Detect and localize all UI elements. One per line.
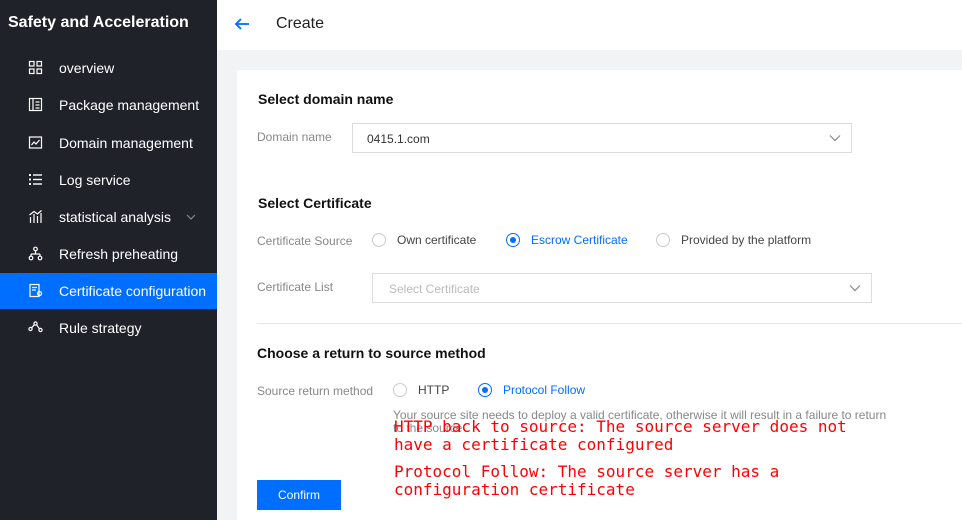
list-icon bbox=[29, 174, 42, 185]
sidebar-item-label: overview bbox=[59, 60, 115, 76]
radio-own-certificate[interactable]: Own certificate bbox=[372, 233, 476, 247]
section-divider bbox=[257, 323, 962, 324]
annotation-protocol-follow: Protocol Follow: The source server has a… bbox=[394, 463, 779, 499]
sidebar-item-label: Package management bbox=[59, 97, 200, 113]
page-title: Create bbox=[276, 15, 325, 32]
refresh-icon bbox=[28, 246, 43, 261]
package-icon bbox=[28, 97, 43, 112]
source-return-method-label: Source return method bbox=[257, 384, 374, 398]
return-section-title: Choose a return to source method bbox=[257, 345, 486, 361]
domain-name-value: 0415.1.com bbox=[367, 132, 430, 146]
radio-circle bbox=[372, 233, 386, 247]
sidebar-item-label: Rule strategy bbox=[59, 320, 142, 336]
certificate-list-placeholder: Select Certificate bbox=[389, 282, 480, 296]
chevron-down-icon bbox=[186, 214, 196, 220]
radio-label: Provided by the platform bbox=[681, 233, 812, 247]
annotation-line: HTTP back to source: The source server d… bbox=[394, 417, 847, 436]
radio-circle bbox=[506, 233, 520, 247]
sidebar-item-label: Refresh preheating bbox=[59, 246, 179, 262]
radio-http[interactable]: HTTP bbox=[393, 383, 449, 397]
page-header: Create bbox=[217, 0, 962, 50]
sidebar-item-refresh-preheating[interactable]: Refresh preheating bbox=[0, 236, 217, 272]
sidebar-item-rule-strategy[interactable]: Rule strategy bbox=[0, 310, 217, 346]
radio-circle bbox=[656, 233, 670, 247]
sidebar-item-log-service[interactable]: Log service bbox=[0, 162, 217, 198]
sidebar-item-label: statistical analysis bbox=[59, 209, 172, 225]
sidebar-item-certificate-configuration[interactable]: Certificate configuration bbox=[0, 273, 217, 309]
radio-label: HTTP bbox=[418, 383, 450, 397]
chevron-down-icon bbox=[849, 285, 861, 292]
radio-escrow-certificate[interactable]: Escrow Certificate bbox=[506, 233, 628, 247]
certificate-list-select[interactable]: Select Certificate bbox=[372, 273, 872, 303]
annotation-http: HTTP back to source: The source server d… bbox=[394, 418, 847, 454]
domain-name-label: Domain name bbox=[257, 130, 332, 144]
sidebar-item-label: Certificate configuration bbox=[59, 283, 207, 299]
radio-protocol-follow[interactable]: Protocol Follow bbox=[478, 383, 585, 397]
domain-name-select[interactable]: 0415.1.com bbox=[352, 123, 852, 153]
confirm-button[interactable]: Confirm bbox=[257, 480, 341, 510]
sidebar-item-statistical-analysis[interactable]: statistical analysis bbox=[0, 199, 217, 235]
annotation-line: Protocol Follow: The source server has a bbox=[394, 462, 780, 481]
domain-icon bbox=[28, 136, 43, 149]
radio-provided-by-platform[interactable]: Provided by the platform bbox=[656, 233, 811, 247]
certificate-source-label: Certificate Source bbox=[257, 234, 353, 248]
sidebar-item-overview[interactable]: overview bbox=[0, 50, 217, 86]
rule-icon bbox=[28, 321, 43, 333]
sidebar-item-package-management[interactable]: Package management bbox=[0, 87, 217, 123]
annotation-line: configuration certificate bbox=[394, 480, 635, 499]
radio-label: Escrow Certificate bbox=[531, 233, 628, 247]
certificate-icon bbox=[29, 283, 43, 298]
sidebar-item-label: Log service bbox=[59, 172, 131, 188]
chevron-down-icon bbox=[829, 135, 841, 142]
chart-icon bbox=[29, 210, 42, 223]
sidebar: Safety and Acceleration overview Package… bbox=[0, 0, 217, 520]
arrow-left-icon[interactable] bbox=[233, 15, 251, 33]
radio-label: Protocol Follow bbox=[503, 383, 586, 397]
sidebar-item-domain-management[interactable]: Domain management bbox=[0, 125, 217, 161]
radio-label: Own certificate bbox=[397, 233, 477, 247]
domain-section-title: Select domain name bbox=[258, 91, 394, 107]
certificate-list-label: Certificate List bbox=[257, 280, 334, 294]
sidebar-title: Safety and Acceleration bbox=[8, 14, 189, 31]
annotation-line: have a certificate configured bbox=[394, 435, 674, 454]
certificate-section-title: Select Certificate bbox=[258, 195, 372, 211]
sidebar-item-label: Domain management bbox=[59, 135, 193, 151]
grid-icon bbox=[28, 60, 43, 75]
radio-circle bbox=[393, 383, 407, 397]
radio-circle bbox=[478, 383, 492, 397]
